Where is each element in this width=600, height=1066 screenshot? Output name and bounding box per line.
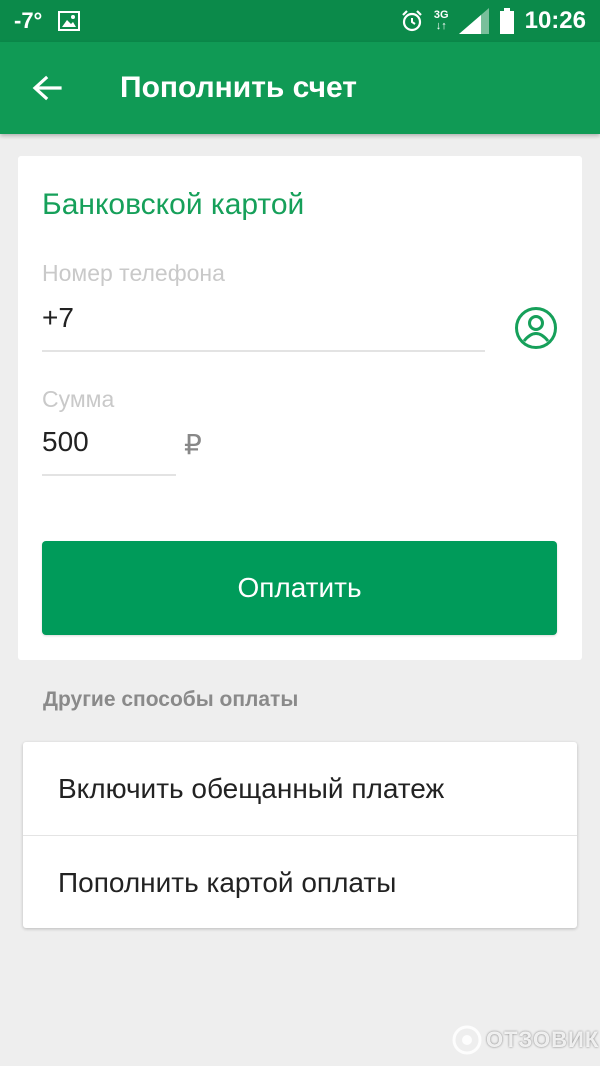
pay-button[interactable]: Оплатить [42,541,557,635]
bank-card-payment-card: Банковской картой Номер телефона +7 Сумм… [18,156,582,660]
battery-icon [499,8,514,34]
amount-label: Сумма [42,386,115,412]
status-right: 3G ↓↑ 10:26 [400,7,586,35]
amount-input-underline [42,474,176,476]
list-item-payment-card-topup[interactable]: Пополнить картой оплаты [23,836,577,929]
app-bar: Пополнить счет [0,42,600,134]
contact-picker-icon[interactable] [514,306,558,350]
phone-label: Номер телефона [42,260,225,286]
page-title: Пополнить счет [120,71,357,104]
back-button[interactable] [0,42,94,134]
signal-strength-icon [458,8,489,34]
card-title: Банковской картой [42,188,305,221]
status-left: -7° [14,8,81,34]
list-item-promised-payment[interactable]: Включить обещанный платеж [23,742,577,835]
phone-input[interactable]: +7 [42,302,74,334]
data-arrows-icon: ↓↑ [435,20,447,32]
arrow-back-icon [32,75,62,101]
phone-input-underline [42,350,485,352]
otzovik-logo-icon [452,1025,482,1055]
weather-temperature: -7° [14,8,43,33]
clock-time: 10:26 [524,7,586,34]
alarm-icon [402,10,422,32]
status-bar: -7° 3G ↓↑ 10:26 [0,0,600,42]
amount-input[interactable]: 500 [42,426,89,458]
other-methods-title: Другие способы оплаты [43,688,299,711]
watermark-text: ОТЗОВИК [486,1027,600,1052]
currency-symbol: ₽ [184,429,202,460]
image-notification-icon [58,11,81,31]
otzovik-watermark: ОТЗОВИК [452,1022,599,1058]
network-type-indicator: 3G ↓↑ [433,9,449,32]
other-methods-list: Включить обещанный платеж Пополнить карт… [23,742,577,928]
